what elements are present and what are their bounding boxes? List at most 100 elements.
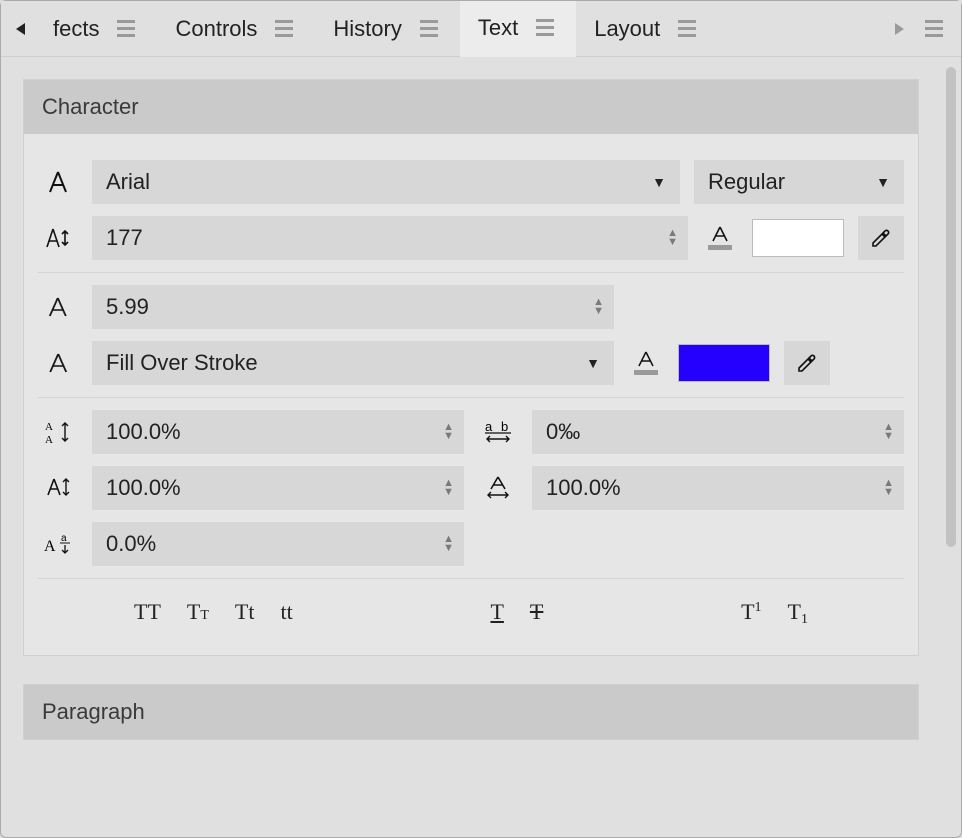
vertical-scale-value: 100.0% [92, 475, 433, 501]
baseline-shift-value: 0.0% [92, 531, 433, 557]
stroke-color-swatch[interactable] [678, 344, 770, 382]
spinner-arrows[interactable]: ▲▼ [657, 229, 688, 247]
smallcaps-button[interactable]: TT [187, 599, 209, 625]
tab-label: fects [53, 16, 99, 42]
horizontal-scale-icon [478, 475, 518, 501]
case-style-script-row: TT TT Tt tt T T T1 T1 [34, 585, 908, 645]
paragraph-panel: Paragraph [23, 684, 919, 740]
stroke-mode-icon [38, 351, 78, 375]
underline-button[interactable]: T [490, 599, 503, 625]
separator [38, 578, 904, 579]
vertical-scale-input[interactable]: 100.0% ▲▼ [92, 466, 464, 510]
font-size-row: 177 ▲▼ [34, 210, 908, 266]
baseline-shift-icon: Aa [38, 531, 78, 557]
scrollbar-thumb[interactable] [946, 67, 956, 547]
stroke-width-row: 5.99 ▲▼ [34, 279, 908, 335]
triangle-left-icon [15, 22, 27, 36]
font-size-input[interactable]: 177 ▲▼ [92, 216, 688, 260]
fill-color-swatch[interactable] [752, 219, 844, 257]
tracking-icon: ab [478, 419, 518, 445]
svg-text:A: A [44, 538, 56, 555]
svg-text:A: A [45, 421, 53, 433]
tab-menu-icon[interactable] [416, 16, 442, 41]
baseline-shift-input[interactable]: 0.0% ▲▼ [92, 522, 464, 566]
tab-menu-icon[interactable] [113, 16, 139, 41]
tab-text[interactable]: Text [460, 1, 576, 57]
stroke-color-icon [628, 351, 664, 375]
spinner-arrows[interactable]: ▲▼ [873, 479, 904, 497]
fill-color-icon [702, 226, 738, 250]
svg-text:a: a [485, 419, 493, 434]
script-group: T1 T1 [741, 599, 808, 625]
content-area: Character Arial ▼ Regular ▼ [1, 57, 961, 837]
paragraph-panel-header: Paragraph [24, 685, 918, 739]
font-family-dropdown[interactable]: Arial ▼ [92, 160, 680, 204]
svg-text:a: a [61, 533, 67, 544]
subscript-button[interactable]: T1 [788, 599, 808, 625]
scale-row: 100.0% ▲▼ 100.0% ▲▼ [34, 460, 908, 516]
font-row: Arial ▼ Regular ▼ [34, 154, 908, 210]
superscript-button[interactable]: T1 [741, 599, 761, 625]
strikethrough-button[interactable]: T [530, 599, 543, 625]
lowercase-button[interactable]: tt [280, 599, 292, 625]
font-family-icon [38, 170, 78, 194]
spinner-arrows[interactable]: ▲▼ [873, 423, 904, 441]
stroke-width-icon [38, 295, 78, 319]
panels-container: Character Arial ▼ Regular ▼ [1, 57, 941, 837]
tab-controls[interactable]: Controls [157, 1, 315, 57]
spinner-arrows[interactable]: ▲▼ [433, 423, 464, 441]
style-group: T T [490, 599, 543, 625]
tracking-value: 0‰ [532, 419, 873, 445]
font-style-value: Regular [694, 169, 862, 195]
font-family-value: Arial [92, 169, 638, 195]
tab-layout[interactable]: Layout [576, 1, 718, 57]
stroke-width-input[interactable]: 5.99 ▲▼ [92, 285, 614, 329]
eyedropper-icon [794, 350, 820, 376]
stroke-mode-row: Fill Over Stroke ▼ [34, 335, 908, 391]
tab-label: Controls [175, 16, 257, 42]
horizontal-scale-value: 100.0% [532, 475, 873, 501]
vertical-scale-icon [38, 475, 78, 501]
uppercase-button[interactable]: TT [134, 599, 161, 625]
titlecase-button[interactable]: Tt [235, 599, 255, 625]
character-panel-header: Character [24, 80, 918, 134]
svg-text:b: b [501, 419, 508, 434]
tab-label: History [333, 16, 401, 42]
fill-color-picker-button[interactable] [858, 216, 904, 260]
vertical-scrollbar[interactable] [941, 57, 961, 837]
scroll-tabs-left-button[interactable] [7, 9, 35, 49]
chevron-down-icon: ▼ [638, 174, 680, 190]
leading-input[interactable]: 100.0% ▲▼ [92, 410, 464, 454]
font-size-icon [38, 226, 78, 250]
text-properties-window: fects Controls History Text Layout [0, 0, 962, 838]
leading-icon: AA [38, 419, 78, 445]
horizontal-scale-input[interactable]: 100.0% ▲▼ [532, 466, 904, 510]
character-panel: Character Arial ▼ Regular ▼ [23, 79, 919, 656]
baseline-shift-row: Aa 0.0% ▲▼ [34, 516, 908, 572]
tracking-input[interactable]: 0‰ ▲▼ [532, 410, 904, 454]
case-group: TT TT Tt tt [134, 599, 293, 625]
scroll-tabs-right-button[interactable] [885, 9, 913, 49]
spinner-arrows[interactable]: ▲▼ [583, 298, 614, 316]
tab-menu-icon[interactable] [271, 16, 297, 41]
tab-history[interactable]: History [315, 1, 459, 57]
chevron-down-icon: ▼ [862, 174, 904, 190]
panel-overflow-menu[interactable] [921, 16, 947, 41]
separator [38, 272, 904, 273]
eyedropper-icon [868, 225, 894, 251]
tab-effects[interactable]: fects [35, 1, 157, 57]
font-style-dropdown[interactable]: Regular ▼ [694, 160, 904, 204]
spinner-arrows[interactable]: ▲▼ [433, 479, 464, 497]
stroke-mode-dropdown[interactable]: Fill Over Stroke ▼ [92, 341, 614, 385]
leading-value: 100.0% [92, 419, 433, 445]
tab-label: Text [478, 15, 518, 41]
stroke-color-picker-button[interactable] [784, 341, 830, 385]
tab-menu-icon[interactable] [532, 15, 558, 40]
separator [38, 397, 904, 398]
tab-bar: fects Controls History Text Layout [1, 1, 961, 57]
svg-text:A: A [45, 434, 53, 445]
spinner-arrows[interactable]: ▲▼ [433, 535, 464, 553]
leading-tracking-row: AA 100.0% ▲▼ ab 0‰ [34, 404, 908, 460]
font-size-value: 177 [92, 225, 657, 251]
tab-menu-icon[interactable] [674, 16, 700, 41]
